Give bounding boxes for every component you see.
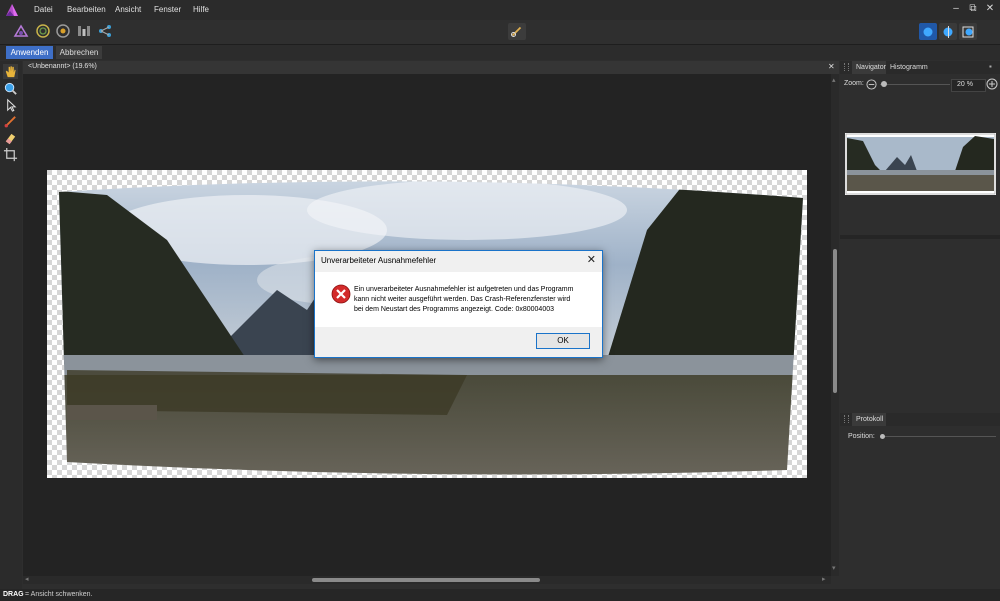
history-slider-knob[interactable]	[880, 434, 885, 439]
dialog-close-button[interactable]: ✕	[587, 253, 596, 266]
cancel-button[interactable]: Abbrechen	[56, 46, 102, 59]
scroll-up-icon[interactable]: ▴	[832, 76, 836, 84]
brush-options-button[interactable]	[508, 23, 526, 40]
menu-ansicht[interactable]: Ansicht	[115, 5, 141, 14]
history-panel-header: Protokoll	[840, 413, 1000, 426]
tone-mapping-persona-icon[interactable]	[76, 23, 92, 39]
photo-persona-icon[interactable]	[13, 23, 29, 39]
panel-menu-icon[interactable]: ▪	[989, 62, 992, 71]
tab-protokoll[interactable]: Protokoll	[852, 413, 886, 426]
panel-grip-icon[interactable]	[844, 63, 849, 71]
close-window-button[interactable]: ✕	[984, 3, 996, 14]
right-panels: Navigator Histogramm ▪ Zoom: 20 % Protok…	[840, 61, 1000, 589]
tool-zoom[interactable]	[3, 81, 18, 96]
hand-icon	[5, 66, 16, 78]
navigator-preview[interactable]	[845, 133, 996, 195]
tools-panel	[0, 61, 22, 589]
horizontal-scrollbar[interactable]: ◂ ▸	[23, 576, 831, 584]
menu-fenster[interactable]: Fenster	[154, 5, 181, 14]
vertical-scrollbar[interactable]: ▴ ▾	[831, 74, 839, 576]
view-mode-2-button[interactable]	[939, 23, 957, 40]
status-key: DRAG	[3, 591, 24, 598]
status-text: = Ansicht schwenken.	[25, 591, 93, 598]
view-mode-1-button[interactable]	[919, 23, 937, 40]
dialog-message: Ein unverarbeiteter Ausnahmefehler ist a…	[354, 286, 574, 313]
menu-bearbeiten[interactable]: Bearbeiten	[67, 5, 106, 14]
zoom-value: 20 %	[957, 81, 973, 88]
history-position-slider[interactable]	[880, 434, 996, 439]
zoom-slider-knob[interactable]	[880, 81, 887, 87]
tool-move[interactable]	[3, 98, 18, 113]
menu-hilfe[interactable]: Hilfe	[193, 5, 209, 14]
zoom-slider[interactable]	[880, 81, 950, 87]
view-mode-3-button[interactable]	[959, 23, 977, 40]
liquify-persona-icon[interactable]	[35, 23, 51, 39]
restore-button[interactable]: ⧉	[967, 3, 979, 14]
error-dialog: Unverarbeiteter Ausnahmefehler ✕ Ein unv…	[314, 250, 603, 358]
dialog-body: Ein unverarbeiteter Ausnahmefehler ist a…	[315, 272, 602, 327]
apply-button[interactable]: Anwenden	[6, 46, 53, 59]
tab-protokoll-label: Protokoll	[856, 416, 884, 423]
toolbar	[0, 20, 1000, 45]
document-tab[interactable]: <Unbenannt> (19.6%) ✕	[23, 61, 839, 74]
pointer-icon	[7, 98, 17, 112]
panel-splitter[interactable]	[840, 235, 1000, 239]
view-mode-1-icon	[923, 27, 933, 37]
scroll-down-icon[interactable]: ▾	[832, 564, 836, 572]
history-grip-icon[interactable]	[844, 415, 849, 423]
export-persona-icon[interactable]	[97, 23, 113, 39]
document-title: <Unbenannt> (19.6%)	[28, 63, 97, 70]
horizontal-scroll-thumb[interactable]	[312, 578, 540, 582]
scroll-left-icon[interactable]: ◂	[25, 575, 29, 583]
navigator-panel-header: Navigator Histogramm ▪	[840, 61, 1000, 74]
tool-brush[interactable]	[3, 114, 18, 129]
zoom-icon	[4, 82, 17, 95]
brush-options-icon	[510, 26, 522, 38]
crop-icon	[3, 147, 18, 162]
position-label: Position:	[848, 433, 875, 440]
minimize-button[interactable]: –	[950, 3, 962, 14]
error-icon	[331, 284, 351, 304]
statusbar: DRAG = Ansicht schwenken.	[0, 589, 1000, 601]
eraser-icon	[5, 133, 16, 145]
menu-datei[interactable]: Datei	[34, 5, 53, 14]
zoom-out-icon[interactable]	[866, 79, 877, 90]
tab-navigator-label: Navigator	[856, 64, 886, 71]
close-document-button[interactable]: ✕	[828, 62, 835, 71]
menubar: Datei Bearbeiten Ansicht Fenster Hilfe –…	[0, 0, 1000, 20]
brush-icon	[4, 116, 16, 128]
tab-histogram[interactable]: Histogramm	[890, 64, 928, 71]
ok-button[interactable]: OK	[536, 333, 590, 349]
zoom-label: Zoom:	[844, 80, 864, 87]
view-mode-2-icon	[943, 26, 953, 38]
vertical-scroll-thumb[interactable]	[833, 249, 837, 393]
tool-crop[interactable]	[3, 147, 18, 162]
affinity-photo-logo-icon	[6, 4, 18, 16]
zoom-in-icon[interactable]	[986, 78, 998, 90]
tool-eraser[interactable]	[3, 131, 18, 146]
tool-view[interactable]	[3, 64, 18, 79]
zoom-value-field[interactable]: 20 %	[951, 79, 986, 92]
tab-navigator[interactable]: Navigator	[852, 61, 886, 74]
view-mode-3-icon	[962, 26, 974, 38]
scroll-right-icon[interactable]: ▸	[822, 575, 826, 583]
develop-persona-icon[interactable]	[55, 23, 71, 39]
context-apply-bar: Anwenden Abbrechen	[0, 45, 1000, 60]
dialog-title: Unverarbeiteter Ausnahmefehler	[321, 256, 437, 265]
